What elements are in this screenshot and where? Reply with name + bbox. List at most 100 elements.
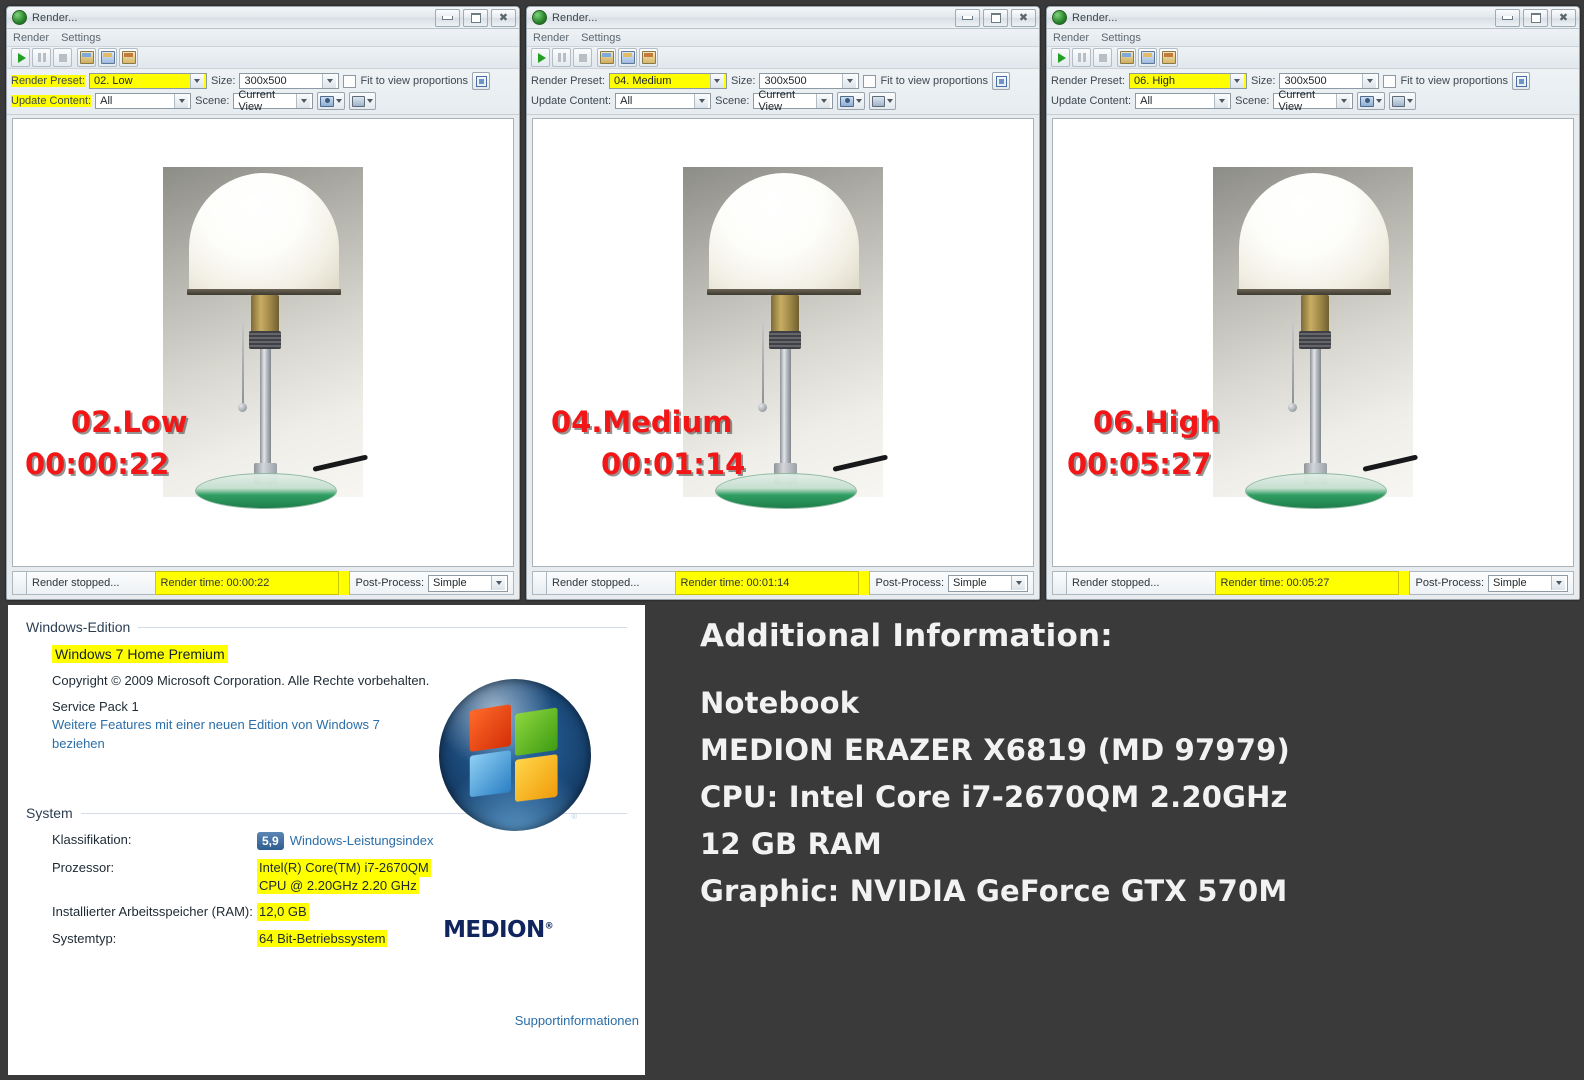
render-preset-select[interactable]: 06. High [1128, 73, 1247, 89]
chevron-down-icon[interactable] [322, 74, 337, 88]
fit-region-icon[interactable] [472, 72, 491, 90]
render-window-low[interactable]: Render... ✖ Render Settings Render Prese… [6, 6, 520, 600]
minimize-button[interactable] [435, 9, 460, 27]
scene-select[interactable]: Current View [233, 89, 314, 113]
fit-region-icon[interactable] [992, 72, 1011, 90]
render-preview-canvas[interactable]: 02.Low 00:00:22 [12, 118, 514, 567]
menu-render[interactable]: Render [13, 32, 49, 44]
upgrade-edition-link[interactable]: Weitere Features mit einer neuen Edition… [52, 716, 382, 753]
camera-dropdown-button[interactable] [317, 92, 346, 110]
post-process-select[interactable]: Simple [1488, 574, 1568, 592]
play-icon[interactable] [1051, 48, 1070, 67]
export-image-icon[interactable] [1159, 48, 1178, 67]
fit-region-icon[interactable] [1512, 72, 1531, 90]
scene-select[interactable]: Current View [1273, 89, 1354, 113]
chevron-down-icon[interactable] [816, 94, 831, 108]
view-dropdown-button[interactable] [1389, 92, 1417, 110]
fit-to-view-checkbox[interactable] [1383, 74, 1397, 88]
post-process-select[interactable]: Simple [948, 574, 1028, 592]
chevron-down-icon[interactable] [842, 74, 857, 88]
window-controls[interactable]: ✖ [955, 9, 1036, 27]
minimize-button[interactable] [1495, 9, 1520, 27]
support-information-link[interactable]: Supportinformationen [515, 1013, 639, 1028]
camera-dropdown-button[interactable] [1357, 92, 1386, 110]
menu-bar[interactable]: Render Settings [527, 29, 1039, 47]
update-content-select[interactable]: All [95, 93, 192, 109]
size-select[interactable]: 300x500 [239, 73, 340, 89]
title-bar[interactable]: Render... ✖ [527, 7, 1039, 29]
menu-settings[interactable]: Settings [61, 32, 101, 44]
size-select[interactable]: 300x500 [1279, 73, 1380, 89]
copy-image-icon[interactable] [618, 48, 637, 67]
system-properties-panel[interactable]: Windows-Edition Windows 7 Home Premium C… [8, 605, 645, 1075]
menu-bar[interactable]: Render Settings [1047, 29, 1579, 47]
performance-index-link[interactable]: Windows-Leistungsindex [290, 833, 434, 848]
view-dropdown-button[interactable] [869, 92, 897, 110]
chevron-down-icon[interactable] [1362, 74, 1377, 88]
chevron-down-icon[interactable] [1229, 74, 1244, 88]
menu-render[interactable]: Render [1053, 32, 1089, 44]
menu-render[interactable]: Render [533, 32, 569, 44]
pause-icon[interactable] [552, 48, 571, 67]
close-icon[interactable]: ✖ [491, 9, 516, 27]
post-process-select[interactable]: Simple [428, 574, 508, 592]
menu-bar[interactable]: Render Settings [7, 29, 519, 47]
play-icon[interactable] [11, 48, 30, 67]
maximize-button[interactable] [1523, 9, 1548, 27]
render-preset-select[interactable]: 02. Low [88, 73, 207, 89]
pause-icon[interactable] [1072, 48, 1091, 67]
update-content-select[interactable]: All [1135, 93, 1232, 109]
close-icon[interactable]: ✖ [1551, 9, 1576, 27]
render-preview-canvas[interactable]: 04.Medium 00:01:14 [532, 118, 1034, 567]
save-image-icon[interactable] [597, 48, 616, 67]
title-bar[interactable]: Render... ✖ [7, 7, 519, 29]
stop-icon[interactable] [1093, 48, 1112, 67]
maximize-button[interactable] [983, 9, 1008, 27]
copy-image-icon[interactable] [98, 48, 117, 67]
camera-dropdown-button[interactable] [837, 92, 866, 110]
copy-image-icon[interactable] [1138, 48, 1157, 67]
menu-settings[interactable]: Settings [581, 32, 621, 44]
title-bar[interactable]: Render... ✖ [1047, 7, 1579, 29]
render-window-high[interactable]: Render... ✖ Render Settings Render Prese… [1046, 6, 1580, 600]
stop-icon[interactable] [573, 48, 592, 67]
play-icon[interactable] [531, 48, 550, 67]
pause-icon[interactable] [32, 48, 51, 67]
view-dropdown-button[interactable] [349, 92, 377, 110]
save-image-icon[interactable] [1117, 48, 1136, 67]
export-image-icon[interactable] [119, 48, 138, 67]
chevron-down-icon[interactable] [694, 94, 709, 108]
fit-to-view-checkbox[interactable] [343, 74, 357, 88]
render-window-medium[interactable]: Render... ✖ Render Settings Render Prese… [526, 6, 1040, 600]
fit-to-view-checkbox[interactable] [863, 74, 877, 88]
chevron-down-icon[interactable] [491, 576, 505, 590]
tool-bar[interactable] [7, 47, 519, 69]
stop-icon[interactable] [53, 48, 72, 67]
chevron-down-icon[interactable] [1336, 94, 1351, 108]
chevron-down-icon[interactable] [1214, 94, 1229, 108]
post-process-group[interactable]: Post-Process: Simple [1408, 571, 1574, 595]
maximize-button[interactable] [463, 9, 488, 27]
chevron-down-icon[interactable] [709, 74, 724, 88]
chevron-down-icon[interactable] [296, 94, 311, 108]
chevron-down-icon[interactable] [1011, 576, 1025, 590]
save-image-icon[interactable] [77, 48, 96, 67]
tool-bar[interactable] [527, 47, 1039, 69]
close-icon[interactable]: ✖ [1011, 9, 1036, 27]
size-select[interactable]: 300x500 [759, 73, 860, 89]
tool-bar[interactable] [1047, 47, 1579, 69]
export-image-icon[interactable] [639, 48, 658, 67]
window-controls[interactable]: ✖ [1495, 9, 1576, 27]
post-process-group[interactable]: Post-Process: Simple [868, 571, 1034, 595]
chevron-down-icon[interactable] [174, 94, 189, 108]
scene-select[interactable]: Current View [753, 89, 834, 113]
chevron-down-icon[interactable] [1551, 576, 1565, 590]
menu-settings[interactable]: Settings [1101, 32, 1141, 44]
post-process-group[interactable]: Post-Process: Simple [348, 571, 514, 595]
update-content-select[interactable]: All [615, 93, 712, 109]
render-preset-select[interactable]: 04. Medium [608, 73, 727, 89]
chevron-down-icon[interactable] [189, 74, 204, 88]
minimize-button[interactable] [955, 9, 980, 27]
render-preview-canvas[interactable]: 06.High 00:05:27 [1052, 118, 1574, 567]
window-controls[interactable]: ✖ [435, 9, 516, 27]
